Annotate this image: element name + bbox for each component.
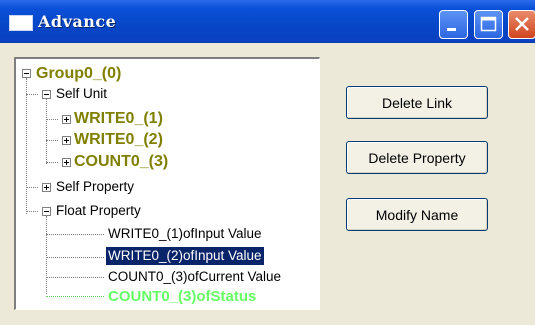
expand-icon[interactable] bbox=[42, 183, 51, 192]
window-icon bbox=[9, 15, 33, 31]
collapse-icon[interactable] bbox=[42, 90, 51, 99]
tree-line bbox=[26, 211, 38, 212]
tree-line bbox=[46, 99, 47, 164]
expand-icon[interactable] bbox=[62, 115, 71, 124]
delete-link-button[interactable]: Delete Link bbox=[346, 86, 488, 119]
tree-node-float-property[interactable]: Float Property bbox=[56, 202, 141, 220]
tree-line bbox=[26, 78, 27, 214]
tree-line bbox=[46, 119, 58, 120]
tree-line bbox=[46, 162, 58, 163]
tree-leaf-write2-input[interactable]: WRITE0_(2)ofInput Value bbox=[105, 246, 265, 266]
tree-line bbox=[26, 187, 38, 188]
tree-line bbox=[46, 140, 58, 141]
maximize-icon bbox=[480, 16, 497, 32]
title-bar: Advance bbox=[0, 0, 535, 43]
close-icon bbox=[515, 17, 529, 31]
tree-leaf-count3-current[interactable]: COUNT0_(3)ofCurrent Value bbox=[108, 268, 281, 286]
collapse-icon[interactable] bbox=[42, 207, 51, 216]
expand-icon[interactable] bbox=[62, 158, 71, 167]
minimize-button[interactable] bbox=[439, 10, 468, 39]
tree-line bbox=[46, 277, 104, 278]
collapse-icon[interactable] bbox=[22, 69, 31, 78]
tree-line bbox=[46, 257, 104, 258]
tree-node-write2[interactable]: WRITE0_(2) bbox=[74, 131, 163, 149]
tree-node-count3[interactable]: COUNT0_(3) bbox=[74, 153, 168, 171]
tree-line bbox=[26, 94, 38, 95]
tree-leaf-count3-status[interactable]: COUNT0_(3)ofStatus bbox=[108, 288, 256, 306]
maximize-button[interactable] bbox=[474, 10, 503, 39]
tree-line bbox=[46, 296, 104, 297]
tree-leaf-write1-input[interactable]: WRITE0_(1)ofInput Value bbox=[108, 225, 262, 243]
tree-line bbox=[46, 216, 47, 294]
expand-icon[interactable] bbox=[62, 136, 71, 145]
tree-node-write1[interactable]: WRITE0_(1) bbox=[74, 110, 163, 128]
delete-property-button[interactable]: Delete Property bbox=[346, 141, 488, 174]
minimize-icon bbox=[447, 28, 456, 31]
property-tree[interactable]: Group0_(0) Self Unit WRITE0_(1) WRITE0_(… bbox=[14, 57, 320, 310]
window-title: Advance bbox=[38, 12, 117, 31]
modify-name-button[interactable]: Modify Name bbox=[346, 198, 488, 231]
tree-node-self-unit[interactable]: Self Unit bbox=[56, 85, 107, 103]
close-button[interactable] bbox=[508, 10, 535, 39]
tree-node-group0[interactable]: Group0_(0) bbox=[36, 65, 121, 83]
tree-line bbox=[46, 234, 104, 235]
tree-node-self-property[interactable]: Self Property bbox=[56, 178, 134, 196]
